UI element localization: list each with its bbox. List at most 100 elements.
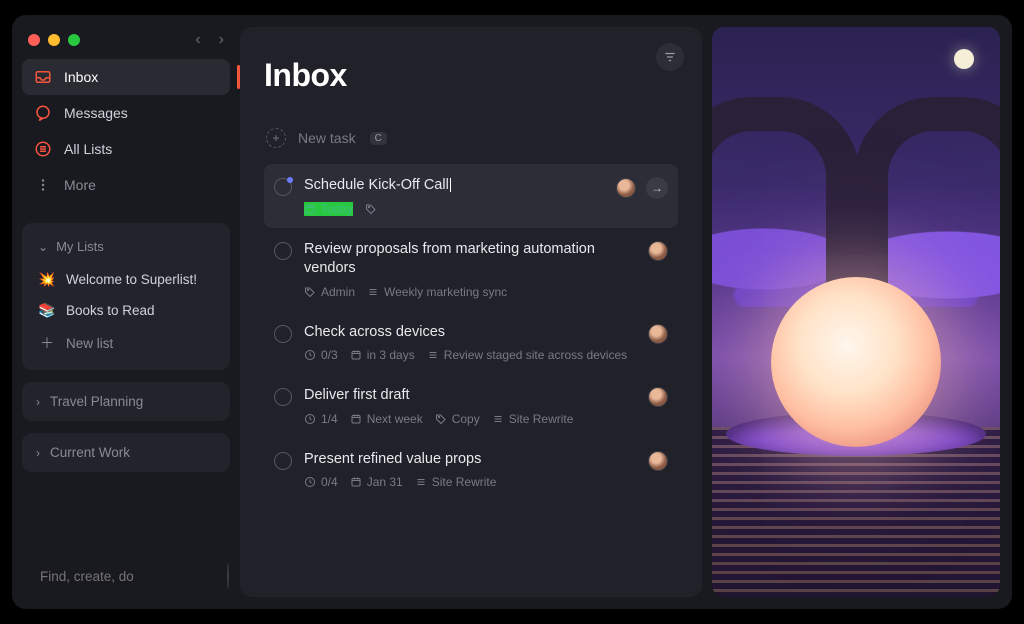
assignee-avatar[interactable] bbox=[648, 241, 668, 261]
task-checkbox[interactable] bbox=[274, 388, 292, 406]
sidebar-item-more[interactable]: More bbox=[22, 167, 230, 203]
folder-travel-planning[interactable]: › Travel Planning bbox=[22, 382, 230, 421]
task-right: → bbox=[616, 177, 668, 199]
task-body: Schedule Kick-Off Call Today bbox=[304, 176, 604, 216]
task-meta-list: Site Rewrite bbox=[415, 475, 497, 489]
all-lists-icon bbox=[34, 140, 52, 158]
task-list: Schedule Kick-Off Call Today → Review propo… bbox=[264, 164, 678, 501]
orb-decoration bbox=[771, 277, 941, 447]
task-meta: 0/3in 3 daysReview staged site across de… bbox=[304, 348, 636, 362]
task-meta-tag-icon bbox=[365, 203, 377, 215]
task-row[interactable]: Check across devices 0/3in 3 daysReview s… bbox=[264, 311, 678, 375]
task-title: Check across devices bbox=[304, 323, 636, 343]
my-lists-group: ⌄ My Lists 💥 Welcome to Superlist! 📚 Boo… bbox=[22, 223, 230, 370]
my-lists-header[interactable]: ⌄ My Lists bbox=[28, 233, 224, 264]
group-label: My Lists bbox=[56, 239, 104, 254]
list-emoji: 💥 bbox=[38, 271, 56, 288]
page-title: Inbox bbox=[264, 57, 678, 94]
task-right bbox=[648, 241, 668, 261]
date-icon bbox=[350, 413, 362, 425]
moon-decoration bbox=[954, 49, 974, 69]
tag-icon bbox=[435, 413, 447, 425]
tag-icon bbox=[304, 286, 316, 298]
task-meta-date: Next week bbox=[350, 412, 423, 426]
sidebar-item-label: All Lists bbox=[64, 141, 112, 157]
sub-icon bbox=[304, 413, 316, 425]
sidebar-item-inbox[interactable]: Inbox bbox=[22, 59, 230, 95]
task-meta-list: Site Rewrite bbox=[492, 412, 574, 426]
task-meta-list: Weekly marketing sync bbox=[367, 285, 507, 299]
task-right bbox=[648, 451, 668, 471]
task-meta-list: Review staged site across devices bbox=[427, 348, 627, 362]
task-right bbox=[648, 324, 668, 344]
sidebar-item-label: Inbox bbox=[64, 69, 98, 85]
close-window-button[interactable] bbox=[28, 34, 40, 46]
inbox-icon bbox=[34, 68, 52, 86]
plus-circle-icon: + bbox=[266, 128, 286, 148]
task-row[interactable]: Schedule Kick-Off Call Today → bbox=[264, 164, 678, 228]
nav-back-button[interactable]: ‹ bbox=[195, 31, 200, 49]
sidebar-item-all-lists[interactable]: All Lists bbox=[22, 131, 230, 167]
task-checkbox[interactable] bbox=[274, 242, 292, 260]
task-checkbox[interactable] bbox=[274, 325, 292, 343]
list-item-books[interactable]: 📚 Books to Read bbox=[28, 295, 224, 326]
assignee-avatar[interactable] bbox=[648, 324, 668, 344]
task-title: Review proposals from marketing automati… bbox=[304, 240, 636, 279]
list-item-welcome[interactable]: 💥 Welcome to Superlist! bbox=[28, 264, 224, 295]
task-checkbox[interactable] bbox=[274, 178, 292, 196]
filter-button[interactable] bbox=[656, 43, 684, 71]
task-title: Schedule Kick-Off Call bbox=[304, 176, 604, 196]
task-row[interactable]: Review proposals from marketing automati… bbox=[264, 228, 678, 311]
task-body: Check across devices 0/3in 3 daysReview s… bbox=[304, 323, 636, 363]
maximize-window-button[interactable] bbox=[68, 34, 80, 46]
assignee-avatar[interactable] bbox=[648, 451, 668, 471]
task-title: Present refined value props bbox=[304, 450, 636, 470]
new-task-row[interactable]: + New task C bbox=[264, 120, 678, 164]
list-emoji: 📚 bbox=[38, 302, 56, 319]
task-meta-sub: 1/4 bbox=[304, 412, 338, 426]
new-list-label: New list bbox=[66, 336, 113, 351]
task-right bbox=[648, 387, 668, 407]
sub-icon bbox=[304, 349, 316, 361]
new-list-button[interactable]: ＋ New list bbox=[28, 326, 224, 360]
assignee-avatar[interactable] bbox=[616, 178, 636, 198]
folder-label: Current Work bbox=[50, 445, 130, 460]
task-meta: 1/4 Next week Copy Site Rewrite bbox=[304, 412, 636, 426]
task-meta-tag: Copy bbox=[435, 412, 480, 426]
search-input[interactable] bbox=[40, 569, 217, 584]
main-panel: Inbox + New task C Schedule Kick-Off Cal… bbox=[240, 27, 702, 597]
new-task-label: New task bbox=[298, 130, 356, 146]
task-meta-tag: Admin bbox=[304, 285, 355, 299]
task-meta-date: Today bbox=[304, 202, 353, 216]
folder-label: Travel Planning bbox=[50, 394, 143, 409]
task-meta-sub: 0/4 bbox=[304, 475, 338, 489]
messages-icon bbox=[34, 104, 52, 122]
task-row[interactable]: Deliver first draft1/4Next weekCopySite … bbox=[264, 374, 678, 438]
user-avatar[interactable] bbox=[227, 563, 229, 589]
minimize-window-button[interactable] bbox=[48, 34, 60, 46]
task-checkbox[interactable] bbox=[274, 452, 292, 470]
sidebar-item-label: Messages bbox=[64, 105, 128, 121]
nav-forward-button[interactable]: › bbox=[219, 31, 224, 49]
task-body: Present refined value props 0/4Jan 31Site… bbox=[304, 450, 636, 490]
chevron-right-icon: › bbox=[36, 446, 40, 460]
task-body: Review proposals from marketing automati… bbox=[304, 240, 636, 299]
task-meta: Today bbox=[304, 202, 604, 216]
new-task-shortcut: C bbox=[370, 132, 387, 145]
app-window: ‹ › Inbox Messages All Lists bbox=[12, 15, 1012, 609]
folder-current-work[interactable]: › Current Work bbox=[22, 433, 230, 472]
task-meta: 0/4Jan 31Site Rewrite bbox=[304, 475, 636, 489]
list-label: Welcome to Superlist! bbox=[66, 272, 197, 287]
assignee-avatar[interactable] bbox=[648, 387, 668, 407]
window-controls: ‹ › bbox=[22, 27, 230, 59]
plus-icon: ＋ bbox=[38, 333, 56, 353]
list-label: Books to Read bbox=[66, 303, 155, 318]
open-task-button[interactable]: → bbox=[646, 177, 668, 199]
task-meta-date: in 3 days bbox=[350, 348, 415, 362]
sidebar-item-messages[interactable]: Messages bbox=[22, 95, 230, 131]
list-icon bbox=[427, 349, 439, 361]
task-row[interactable]: Present refined value props 0/4Jan 31Site… bbox=[264, 438, 678, 502]
more-icon bbox=[34, 176, 52, 194]
chevron-down-icon: ⌄ bbox=[38, 240, 48, 254]
date-icon bbox=[350, 476, 362, 488]
